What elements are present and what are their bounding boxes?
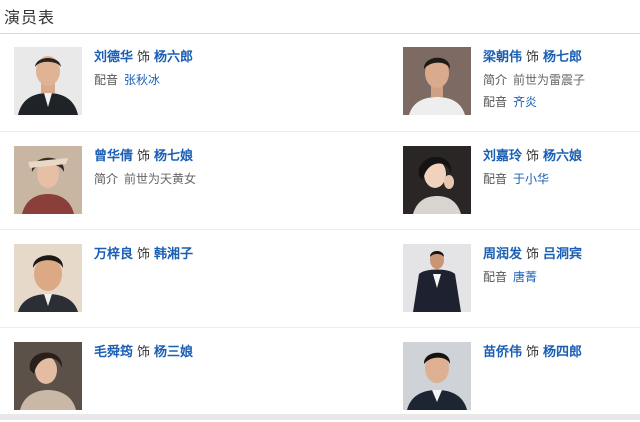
voice-actor-link[interactable]: 张秋冰 bbox=[124, 73, 160, 87]
actor-photo[interactable] bbox=[14, 47, 82, 115]
intro-text: 前世为雷震子 bbox=[513, 73, 586, 87]
actor-name-link[interactable]: 苗侨伟 bbox=[483, 345, 522, 360]
role-name-link[interactable]: 韩湘子 bbox=[154, 247, 193, 262]
bottom-scroll-bar bbox=[0, 414, 640, 420]
actor-name-link[interactable]: 周润发 bbox=[483, 247, 522, 262]
voice-actor-link[interactable]: 于小华 bbox=[513, 172, 549, 186]
actor-photo[interactable] bbox=[403, 244, 471, 312]
meta-label: 简介 bbox=[483, 73, 508, 87]
role-name-link[interactable]: 吕洞宾 bbox=[543, 247, 582, 262]
actor-portrait-icon bbox=[403, 47, 471, 115]
row-divider bbox=[0, 131, 640, 132]
cast-role-line: 苗侨伟饰杨四郎 bbox=[483, 342, 640, 364]
actor-portrait-icon bbox=[403, 342, 471, 410]
voice-actor-link[interactable]: 唐菁 bbox=[513, 270, 537, 284]
actor-photo[interactable] bbox=[14, 146, 82, 214]
actor-portrait-icon bbox=[14, 47, 82, 115]
cast-card: 刘嘉玲饰杨六娘 配音 于小华 bbox=[403, 146, 640, 226]
role-word: 饰 bbox=[137, 149, 151, 164]
cast-role-line: 毛舜筠饰杨三娘 bbox=[94, 342, 309, 364]
cast-role-line: 刘德华饰杨六郎 bbox=[94, 47, 309, 69]
intro-text: 前世为天黄女 bbox=[124, 172, 197, 186]
cast-role-line: 万梓良饰韩湘子 bbox=[94, 244, 309, 266]
row-divider bbox=[0, 229, 640, 230]
cast-role-line: 周润发饰吕洞宾 bbox=[483, 244, 640, 266]
meta-label: 简介 bbox=[94, 172, 119, 186]
actor-name-link[interactable]: 万梓良 bbox=[94, 247, 133, 262]
actor-photo[interactable] bbox=[14, 342, 82, 410]
cast-role-line: 梁朝伟饰杨七郎 bbox=[483, 47, 640, 69]
actor-name-link[interactable]: 刘德华 bbox=[94, 50, 133, 65]
actor-portrait-icon bbox=[14, 342, 82, 410]
actor-name-link[interactable]: 毛舜筠 bbox=[94, 345, 133, 360]
role-name-link[interactable]: 杨七郎 bbox=[543, 50, 582, 65]
role-word: 饰 bbox=[137, 345, 151, 360]
meta-label: 配音 bbox=[94, 73, 119, 87]
role-name-link[interactable]: 杨六娘 bbox=[543, 149, 582, 164]
cast-role-line: 刘嘉玲饰杨六娘 bbox=[483, 146, 640, 168]
meta-label: 配音 bbox=[483, 95, 508, 109]
role-word: 饰 bbox=[526, 50, 540, 65]
cast-card: 毛舜筠饰杨三娘 bbox=[14, 342, 314, 422]
role-word: 饰 bbox=[526, 345, 540, 360]
cast-card: 万梓良饰韩湘子 bbox=[14, 244, 314, 324]
title-divider bbox=[0, 33, 640, 34]
actor-name-link[interactable]: 曾华倩 bbox=[94, 149, 133, 164]
meta-line: 配音 齐炎 bbox=[483, 91, 640, 113]
cast-card: 周润发饰吕洞宾 配音 唐菁 bbox=[403, 244, 640, 324]
actor-portrait-icon bbox=[403, 244, 471, 312]
cast-card: 苗侨伟饰杨四郎 bbox=[403, 342, 640, 422]
meta-line: 配音 张秋冰 bbox=[94, 69, 309, 91]
role-name-link[interactable]: 杨七娘 bbox=[154, 149, 193, 164]
actor-portrait-icon bbox=[14, 146, 82, 214]
role-word: 饰 bbox=[137, 50, 151, 65]
actor-portrait-icon bbox=[14, 244, 82, 312]
actor-photo[interactable] bbox=[403, 47, 471, 115]
page-title: 演员表 bbox=[4, 8, 56, 27]
cast-card: 刘德华饰杨六郎 配音 张秋冰 bbox=[14, 47, 314, 127]
actor-name-link[interactable]: 刘嘉玲 bbox=[483, 149, 522, 164]
cast-card: 曾华倩饰杨七娘 简介 前世为天黄女 bbox=[14, 146, 314, 226]
actor-photo[interactable] bbox=[403, 146, 471, 214]
meta-line: 简介 前世为天黄女 bbox=[94, 168, 309, 190]
actor-portrait-icon bbox=[403, 146, 471, 214]
role-name-link[interactable]: 杨四郎 bbox=[543, 345, 582, 360]
meta-label: 配音 bbox=[483, 172, 508, 186]
role-word: 饰 bbox=[526, 247, 540, 262]
actor-photo[interactable] bbox=[403, 342, 471, 410]
meta-line: 配音 唐菁 bbox=[483, 266, 640, 288]
cast-role-line: 曾华倩饰杨七娘 bbox=[94, 146, 309, 168]
role-name-link[interactable]: 杨六郎 bbox=[154, 50, 193, 65]
meta-line: 简介 前世为雷震子 bbox=[483, 69, 640, 91]
actor-name-link[interactable]: 梁朝伟 bbox=[483, 50, 522, 65]
meta-line: 配音 于小华 bbox=[483, 168, 640, 190]
meta-label: 配音 bbox=[483, 270, 508, 284]
role-name-link[interactable]: 杨三娘 bbox=[154, 345, 193, 360]
actor-photo[interactable] bbox=[14, 244, 82, 312]
row-divider bbox=[0, 327, 640, 328]
role-word: 饰 bbox=[526, 149, 540, 164]
cast-card: 梁朝伟饰杨七郎 简介 前世为雷震子 配音 齐炎 bbox=[403, 47, 640, 127]
role-word: 饰 bbox=[137, 247, 151, 262]
voice-actor-link[interactable]: 齐炎 bbox=[513, 95, 537, 109]
